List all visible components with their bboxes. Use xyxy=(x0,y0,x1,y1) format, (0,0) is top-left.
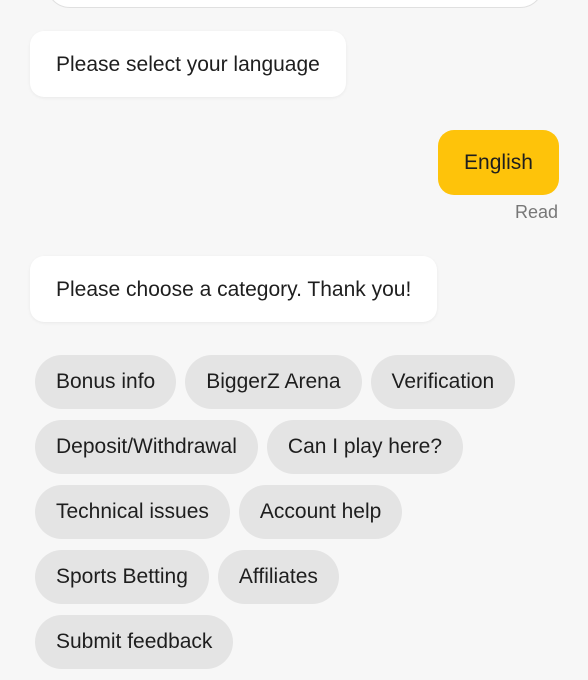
chip-biggerz-arena[interactable]: BiggerZ Arena xyxy=(185,355,362,409)
chip-can-i-play-here[interactable]: Can I play here? xyxy=(266,420,464,474)
quick-reply-options: Bonus info BiggerZ Arena Verification De… xyxy=(35,355,535,680)
bot-message-category: Please choose a category. Thank you! xyxy=(30,256,438,322)
chip-row: Submit feedback xyxy=(35,615,535,669)
message-input-top[interactable] xyxy=(46,0,544,8)
chip-row: Deposit/Withdrawal Can I play here? xyxy=(35,420,535,474)
bot-message-text: Please choose a category. Thank you! xyxy=(56,277,412,301)
chip-row: Bonus info BiggerZ Arena Verification xyxy=(35,355,535,409)
user-message-text: English xyxy=(464,150,533,174)
chip-account-help[interactable]: Account help xyxy=(238,485,403,539)
chip-technical-issues[interactable]: Technical issues xyxy=(35,485,230,539)
chip-submit-feedback[interactable]: Submit feedback xyxy=(35,615,234,669)
bot-message-text: Please select your language xyxy=(56,52,320,76)
chip-verification[interactable]: Verification xyxy=(370,355,516,409)
chip-sports-betting[interactable]: Sports Betting xyxy=(35,550,209,604)
chip-affiliates[interactable]: Affiliates xyxy=(217,550,339,604)
chip-deposit-withdrawal[interactable]: Deposit/Withdrawal xyxy=(35,420,258,474)
chip-bonus-info[interactable]: Bonus info xyxy=(35,355,177,409)
read-receipt: Read xyxy=(514,202,558,222)
user-message-english: English xyxy=(438,130,559,195)
bot-message-language: Please select your language xyxy=(30,31,346,97)
chip-row: Sports Betting Affiliates xyxy=(35,550,535,604)
chip-row: Technical issues Account help xyxy=(35,485,535,539)
